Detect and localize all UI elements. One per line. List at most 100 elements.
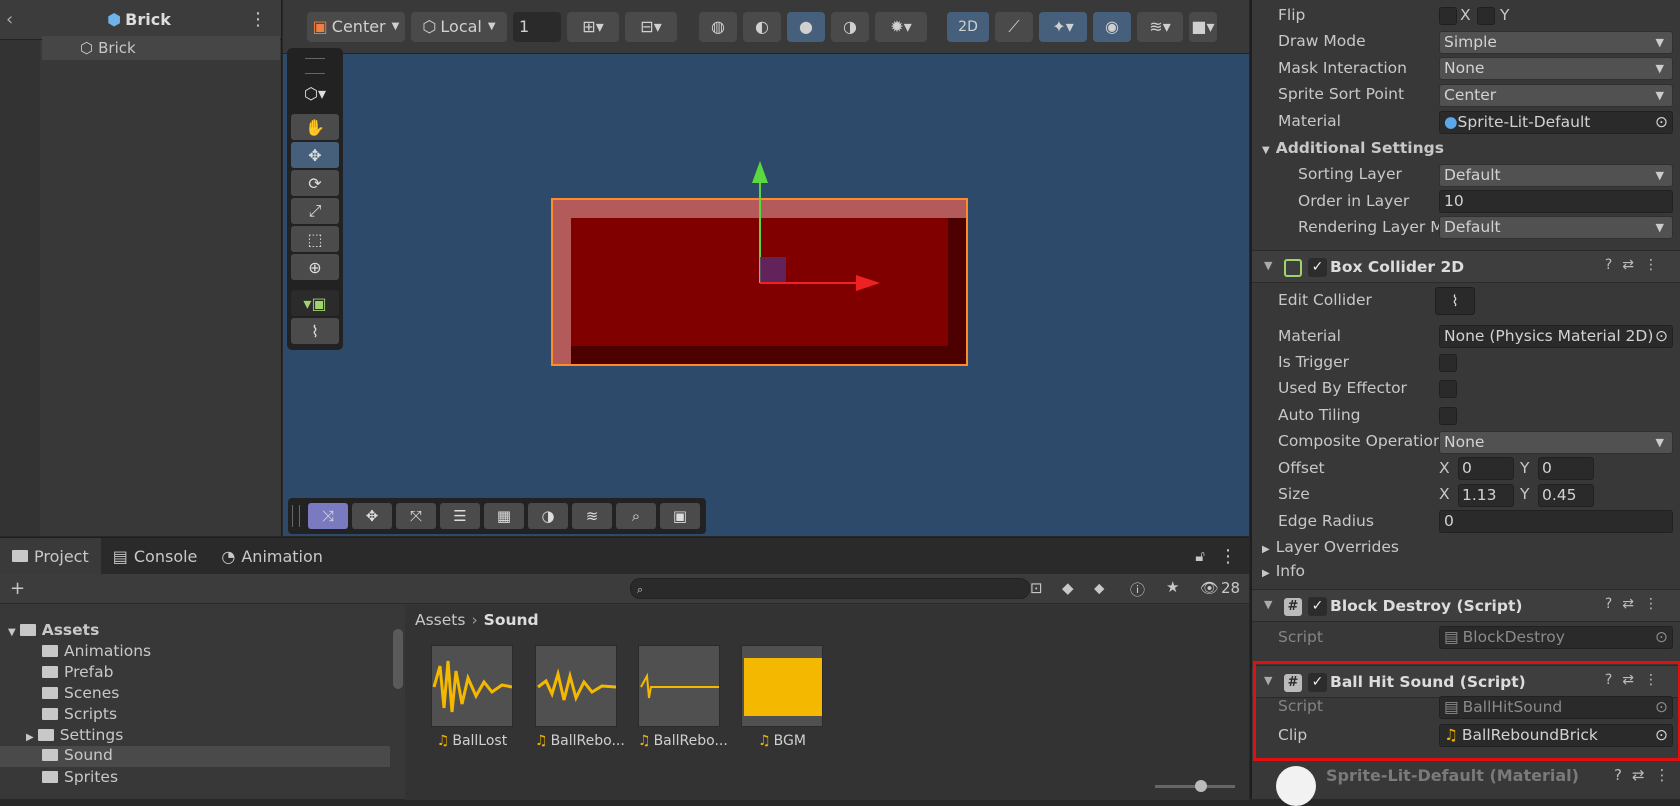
info-foldout[interactable]: ▶ Info [1262,562,1305,580]
box-collider-enabled-checkbox[interactable]: ✓ [1308,258,1327,277]
move-overlay-icon[interactable]: ✥ [352,503,392,529]
label-icon[interactable]: ⬥ [1094,579,1105,597]
move-tool-icon[interactable]: ✥ [291,142,339,168]
draw-mode-dropdown[interactable]: Simple ▼ [1439,31,1673,54]
offset-y-input[interactable]: 0 [1538,457,1594,480]
drag-handle[interactable] [305,58,325,74]
flip-y-checkbox[interactable] [1477,7,1495,25]
shaded-button[interactable]: ● [787,11,825,42]
audio-mute-button[interactable]: ⟋ [995,11,1033,42]
tree-item-scenes[interactable]: Scenes [42,684,119,702]
hierarchy-item-brick[interactable]: ⬡ Brick [42,36,280,60]
size-y-input[interactable]: 0.45 [1538,484,1594,507]
more-icon[interactable]: ⋮ [1219,546,1237,567]
effects-button[interactable]: ✦▾ [1039,11,1087,42]
warning-icon[interactable]: ⓘ [1130,579,1145,600]
tab-project[interactable]: Project [0,538,101,574]
component-tools[interactable]: ?⇄⋮ [1605,596,1668,612]
move-gizmo-x-arrow[interactable] [856,275,880,291]
rect-tool-icon[interactable]: ⬚ [291,226,339,252]
sort-point-dropdown[interactable]: Center ▼ [1439,84,1673,107]
move-gizmo-plane[interactable] [760,257,786,282]
back-icon[interactable]: ‹ [6,9,13,30]
asset-ballrebound-1[interactable]: ♫ BallRebo... [535,645,625,749]
edge-radius-input[interactable]: 0 [1439,510,1673,533]
grid-size-input[interactable]: 1 [513,11,561,42]
tool-mode-dropdown[interactable]: ⬡▾ [291,80,339,106]
offset-x-input[interactable]: 0 [1458,457,1514,480]
rendering-layer-dropdown[interactable]: Default ▼ [1439,216,1673,239]
align-icon[interactable]: ☰ [440,503,480,529]
mode-2d-button[interactable]: 2D [947,11,989,42]
filter-type-icon[interactable]: ◆ [1062,579,1074,597]
auto-tiling-checkbox[interactable] [1439,407,1457,425]
collider-tool-dropdown[interactable]: ▾▣ [291,290,339,316]
tree-item-assets[interactable]: ▼ Assets [8,621,99,639]
shaded-wire-button[interactable]: ◐ [743,11,781,42]
breadcrumb-sound[interactable]: Sound [484,611,539,629]
camera-overlay-icon[interactable]: ▣ [660,503,700,529]
light-overlay-icon[interactable]: ◑ [528,503,568,529]
asset-balllost[interactable]: ♫ BallLost [431,645,513,749]
tree-scrollbar[interactable] [393,629,403,689]
search-overlay-icon[interactable]: ⌕ [616,503,656,529]
tile-palette-icon[interactable]: ⤨ [308,503,348,529]
transform-tool-icon[interactable]: ⊕ [291,254,339,280]
object-picker-icon[interactable]: ⊙ [1655,326,1668,347]
used-by-effector-checkbox[interactable] [1439,380,1457,398]
object-picker-icon[interactable]: ⊙ [1655,112,1668,133]
mask-interaction-dropdown[interactable]: None ▼ [1439,57,1673,80]
layer-overrides-foldout[interactable]: ▶ Layer Overrides [1262,538,1399,556]
wireframe-button[interactable]: ◍ [699,11,737,42]
debug-icon[interactable]: ✹▾ [875,11,927,42]
tab-console[interactable]: ▤ Console [101,538,210,574]
favorite-icon[interactable]: ★ [1166,578,1179,596]
scale-tool-icon[interactable]: ⤢ [291,198,339,224]
space-dropdown[interactable]: ⬡ Local ▼ [411,11,507,42]
unlit-button[interactable]: ◑ [831,11,869,42]
more-icon[interactable]: ⋮ [249,9,267,30]
block-destroy-header[interactable]: ▼ # ✓ Block Destroy (Script) ?⇄⋮ [1252,589,1680,622]
move-gizmo-x-axis[interactable] [760,282,860,284]
component-tools[interactable]: ?⇄⋮ [1614,766,1680,784]
edit-collider-button[interactable]: ⌇ [1435,287,1475,315]
visibility-icon[interactable]: ◉ [1093,11,1131,42]
slider-handle[interactable] [1195,780,1207,792]
tree-item-settings[interactable]: ▶ Settings [26,726,123,744]
flip-x-checkbox[interactable] [1439,7,1457,25]
physics-material-field[interactable]: None (Physics Material 2D) ⊙ [1439,325,1673,348]
tab-animation[interactable]: ◔ Animation [209,538,335,574]
asset-bgm[interactable]: ♫ BGM [741,645,823,749]
move-gizmo-y-arrow[interactable] [752,161,768,183]
pivot-dropdown[interactable]: ▣ Center ▼ [307,11,405,42]
additional-settings-header[interactable]: ▼ Additional Settings [1262,139,1444,157]
breadcrumb-assets[interactable]: Assets [415,611,465,629]
tree-item-scripts[interactable]: Scripts [42,705,117,723]
hand-tool-icon[interactable]: ✋ [291,114,339,140]
search-input[interactable]: ⌕ [630,578,1030,599]
sprite-edit-icon[interactable]: ⤧ [396,503,436,529]
search-scope-icon[interactable]: ⊡ [1030,579,1043,597]
rotate-tool-icon[interactable]: ⟳ [291,170,339,196]
is-trigger-checkbox[interactable] [1439,354,1457,372]
camera-icon[interactable]: ■▾ [1189,11,1217,42]
component-tools[interactable]: ?⇄⋮ [1605,257,1668,273]
tree-item-sound[interactable]: Sound [0,746,390,767]
tree-item-animations[interactable]: Animations [42,642,151,660]
lock-icon[interactable]: 🔓︎ [1195,547,1205,565]
grid-snap-button[interactable]: ⊞▾ [567,11,619,42]
edit-collider-icon[interactable]: ⌇ [291,318,339,344]
size-x-input[interactable]: 1.13 [1458,484,1514,507]
layers-button[interactable]: ≋▾ [1137,11,1183,42]
sorting-layer-dropdown[interactable]: Default ▼ [1439,164,1673,187]
block-destroy-enabled-checkbox[interactable]: ✓ [1308,597,1327,616]
order-in-layer-input[interactable]: 10 [1439,190,1673,213]
increment-snap-button[interactable]: ⊟▾ [625,11,677,42]
grid-overlay-icon[interactable]: ▦ [484,503,524,529]
material-field[interactable]: ●Sprite-Lit-Default ⊙ [1439,111,1673,134]
tree-item-sprites[interactable]: Sprites [42,768,118,786]
thumbnail-size-slider[interactable] [1155,780,1235,792]
composite-operation-dropdown[interactable]: None ▼ [1439,431,1673,454]
box-collider-header[interactable]: ▼ ✓ Box Collider 2D ?⇄⋮ [1252,250,1680,283]
drag-handle[interactable] [292,505,300,527]
